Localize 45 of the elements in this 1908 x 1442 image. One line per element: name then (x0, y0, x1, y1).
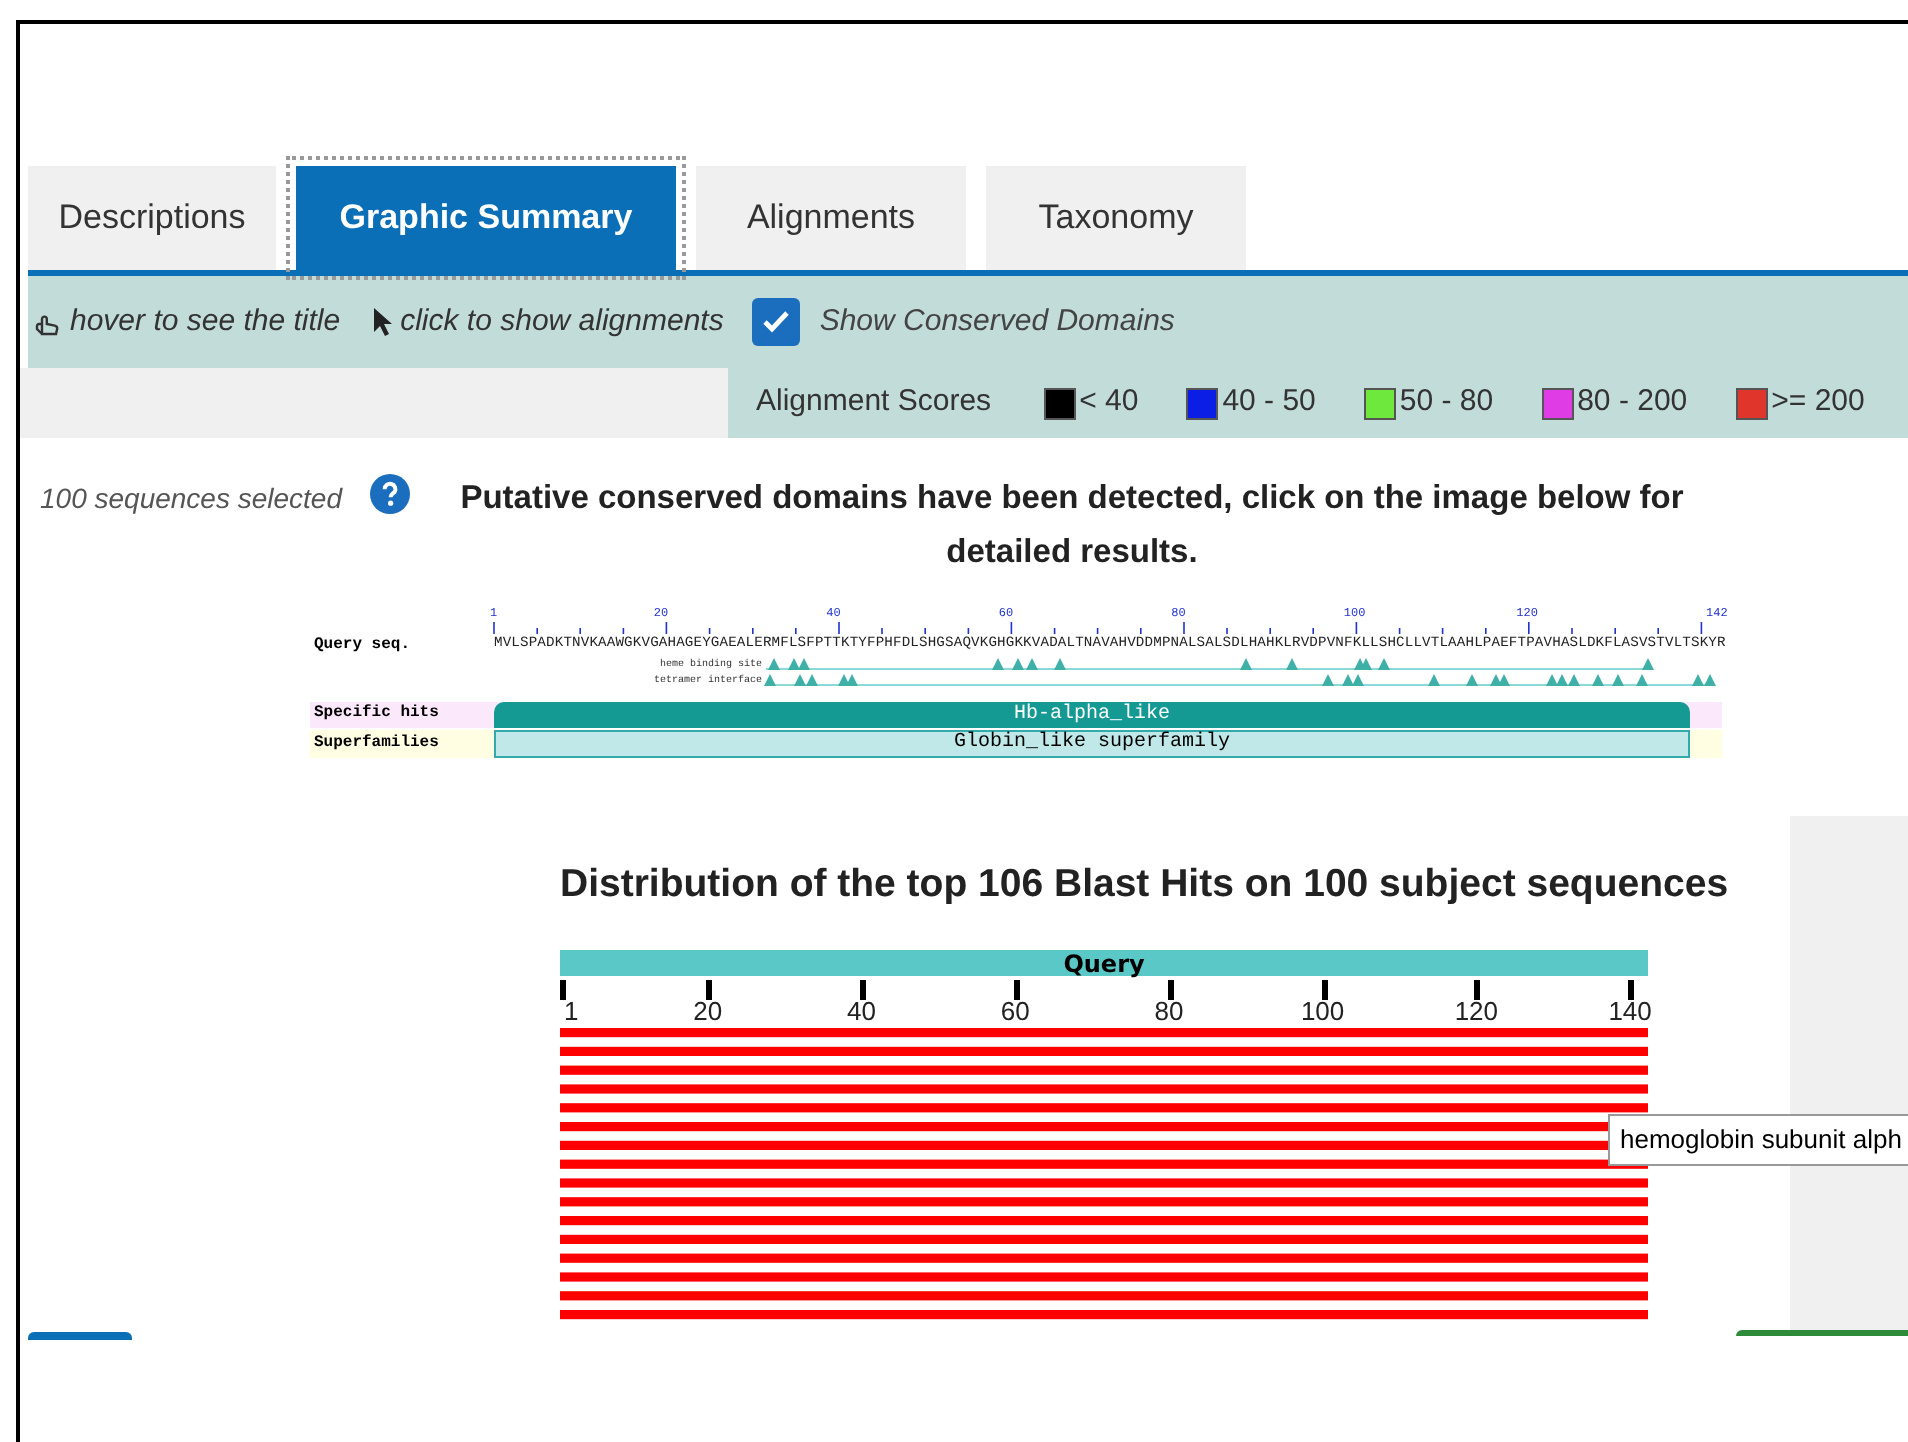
axis-tick (1628, 980, 1635, 1001)
axis-tick (1013, 980, 1020, 1001)
tab[interactable]: Descriptions (28, 166, 276, 270)
axis-label: 120 (1454, 998, 1499, 1025)
axis-label: 140 (1608, 998, 1652, 1025)
axis-tick (1167, 980, 1174, 1001)
selection-note: 100 sequences selected (40, 480, 342, 518)
axis-label: 20 (693, 998, 723, 1025)
score-range: >= 200 (1771, 382, 1865, 423)
superfamilies-label: Superfamilies (314, 736, 439, 752)
site-marks-drawing[interactable] (762, 672, 1718, 688)
tab[interactable]: Graphic Summary (296, 166, 676, 270)
cursor-icon (372, 306, 395, 338)
show-domains-label: Show Conserved Domains (819, 301, 1175, 342)
score-range: 40 - 50 (1222, 382, 1316, 423)
help-icon[interactable] (370, 474, 410, 514)
axis-label: 1 (564, 998, 579, 1025)
show-domains-checkbox[interactable] (751, 298, 800, 346)
axis-tick (1321, 980, 1328, 1001)
axis-label: 60 (1000, 998, 1030, 1025)
axis-label: 80 (1154, 998, 1184, 1025)
button-edge[interactable] (28, 1332, 132, 1340)
query-bar: Query (560, 950, 1648, 977)
axis-tick (1474, 980, 1481, 1001)
conserved-domains-message[interactable]: Putative conserved domains have been detected, click on the image below for detailed results. (432, 472, 1712, 580)
score-range: 80 - 200 (1577, 382, 1688, 423)
tab[interactable]: Alignments (696, 166, 966, 270)
hover-hint: hover to see the title (70, 301, 341, 342)
axis-label: 100 (1300, 998, 1345, 1025)
domain-bar: Hb-alpha_like (494, 702, 1690, 728)
click-hint: click to show alignments (400, 301, 724, 342)
axis-label: 40 (847, 998, 876, 1025)
checkmark-icon (761, 310, 790, 334)
tab[interactable]: Taxonomy (986, 166, 1246, 270)
score-range: < 40 (1079, 382, 1139, 423)
query-label: Query seq. (314, 638, 411, 654)
tooltip: hemoglobin subunit alph (1608, 1114, 1908, 1165)
superfamily-bar: Globin_like superfamily (494, 730, 1690, 758)
axis-tick (560, 980, 566, 1001)
specific-hits-label: Specific hits (314, 706, 439, 722)
scores-title: Alignment Scores (756, 382, 992, 423)
distribution-title: Distribution of the top 106 Blast Hits on 100 subject sequences (560, 860, 1731, 910)
axis-tick (706, 980, 713, 1001)
score-range: 50 - 80 (1399, 382, 1494, 423)
axis-tick (859, 980, 866, 1001)
